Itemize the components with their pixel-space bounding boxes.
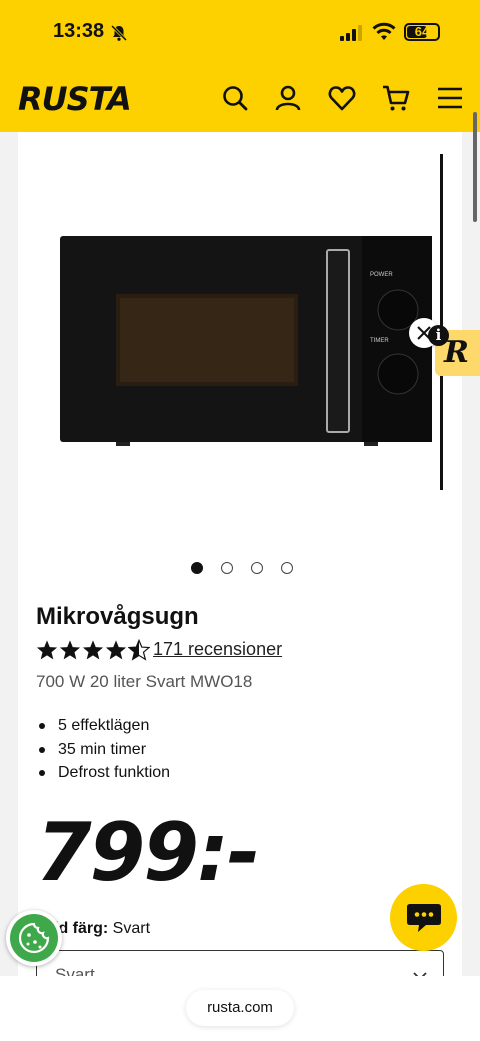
rating-stars bbox=[36, 639, 150, 661]
bell-slash-icon bbox=[110, 24, 128, 42]
color-label: ld färg: Svart bbox=[54, 920, 151, 937]
star-icon bbox=[82, 640, 104, 660]
battery-level: 64 bbox=[414, 24, 430, 39]
gallery-dot[interactable] bbox=[281, 562, 293, 574]
reviews-link[interactable]: 171 recensioner bbox=[153, 639, 282, 660]
search-icon[interactable] bbox=[221, 84, 249, 112]
menu-icon[interactable] bbox=[436, 84, 464, 112]
cookie-icon bbox=[10, 914, 58, 962]
info-icon[interactable]: i bbox=[428, 325, 449, 346]
list-item: 5 effektlägen bbox=[36, 714, 170, 738]
product-image[interactable]: POWER TIMER bbox=[60, 236, 432, 446]
star-icon bbox=[36, 640, 58, 660]
status-bar: 13:38 64 bbox=[0, 0, 480, 64]
user-icon[interactable] bbox=[274, 84, 302, 112]
battery-icon: 64 bbox=[404, 23, 440, 41]
wifi-icon bbox=[372, 22, 396, 42]
gallery-dot[interactable] bbox=[221, 562, 233, 574]
chat-button[interactable] bbox=[390, 884, 457, 951]
svg-text:POWER: POWER bbox=[370, 272, 393, 278]
gallery-scrollbar[interactable] bbox=[440, 154, 443, 490]
list-item: 35 min timer bbox=[36, 738, 170, 762]
rusta-logo[interactable]: RUSTA bbox=[18, 80, 132, 118]
product-price: 799:- bbox=[36, 806, 260, 899]
chat-icon bbox=[407, 904, 441, 932]
url-bar[interactable]: rusta.com bbox=[186, 990, 294, 1026]
svg-text:TIMER: TIMER bbox=[370, 338, 389, 344]
browser-bottom-bar: rusta.com bbox=[0, 976, 480, 1041]
product-subtitle: 700 W 20 liter Svart MWO18 bbox=[36, 672, 253, 691]
feature-list: 5 effektlägen 35 min timer Defrost funkt… bbox=[36, 714, 170, 785]
site-header: RUSTA bbox=[0, 64, 480, 132]
cookie-settings-button[interactable] bbox=[6, 910, 62, 966]
star-icon bbox=[105, 640, 127, 660]
cart-icon[interactable] bbox=[382, 84, 410, 112]
gallery-pagination bbox=[191, 562, 293, 574]
gallery-dot[interactable] bbox=[191, 562, 203, 574]
product-title: Mikrovågsugn bbox=[36, 603, 199, 630]
star-half-icon bbox=[128, 639, 150, 661]
list-item: Defrost funktion bbox=[36, 761, 170, 785]
heart-icon[interactable] bbox=[328, 84, 356, 112]
page-scrollbar[interactable] bbox=[473, 112, 477, 222]
status-time: 13:38 bbox=[53, 20, 105, 42]
signal-icon bbox=[340, 25, 364, 41]
star-icon bbox=[59, 640, 81, 660]
gallery-dot[interactable] bbox=[251, 562, 263, 574]
